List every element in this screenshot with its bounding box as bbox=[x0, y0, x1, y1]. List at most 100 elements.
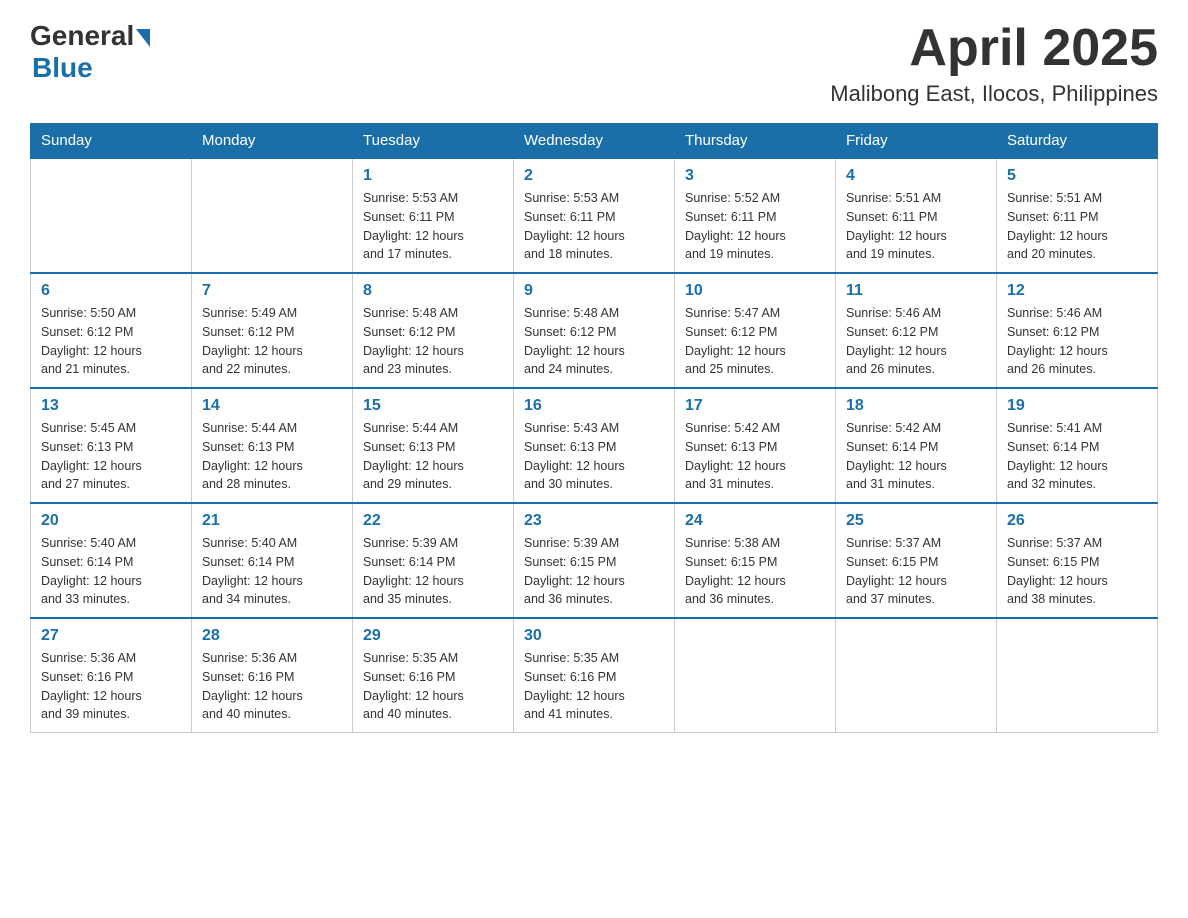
day-number: 6 bbox=[41, 282, 181, 300]
logo-triangle-icon bbox=[136, 29, 150, 47]
day-number: 29 bbox=[363, 627, 503, 645]
week-row-3: 13 Sunrise: 5:45 AMSunset: 6:13 PMDayligh… bbox=[31, 388, 1158, 503]
day-info: Sunrise: 5:41 AMSunset: 6:14 PMDaylight:… bbox=[1007, 419, 1147, 494]
calendar-cell: 9 Sunrise: 5:48 AMSunset: 6:12 PMDaylight… bbox=[514, 273, 675, 388]
calendar-header-wednesday: Wednesday bbox=[514, 124, 675, 159]
day-info: Sunrise: 5:52 AMSunset: 6:11 PMDaylight:… bbox=[685, 189, 825, 264]
day-number: 4 bbox=[846, 167, 986, 185]
day-number: 18 bbox=[846, 397, 986, 415]
calendar-cell: 11Sunrise: 5:46 AMSunset: 6:12 PMDayligh… bbox=[836, 273, 997, 388]
day-number: 2 bbox=[524, 167, 664, 185]
day-number: 1 bbox=[363, 167, 503, 185]
calendar-header-tuesday: Tuesday bbox=[353, 124, 514, 159]
title-section: April 2025 Malibong East, Ilocos, Philip… bbox=[830, 20, 1158, 107]
calendar-header-saturday: Saturday bbox=[997, 124, 1158, 159]
day-number: 16 bbox=[524, 397, 664, 415]
day-info: Sunrise: 5:36 AMSunset: 6:16 PMDaylight:… bbox=[202, 649, 342, 724]
calendar-cell: 7Sunrise: 5:49 AMSunset: 6:12 PMDaylight… bbox=[192, 273, 353, 388]
logo-general-text: General bbox=[30, 20, 134, 52]
week-row-4: 20 Sunrise: 5:40 AMSunset: 6:14 PMDayligh… bbox=[31, 503, 1158, 618]
logo: General Blue bbox=[30, 20, 150, 84]
logo-blue-text: Blue bbox=[32, 52, 93, 84]
calendar-cell: 8 Sunrise: 5:48 AMSunset: 6:12 PMDaylight… bbox=[353, 273, 514, 388]
day-number: 3 bbox=[685, 167, 825, 185]
day-number: 8 bbox=[363, 282, 503, 300]
day-info: Sunrise: 5:42 AMSunset: 6:13 PMDaylight:… bbox=[685, 419, 825, 494]
day-info: Sunrise: 5:35 AMSunset: 6:16 PMDaylight:… bbox=[363, 649, 503, 724]
calendar-cell: 2Sunrise: 5:53 AMSunset: 6:11 PMDaylight… bbox=[514, 158, 675, 273]
day-info: Sunrise: 5:42 AMSunset: 6:14 PMDaylight:… bbox=[846, 419, 986, 494]
day-number: 10 bbox=[685, 282, 825, 300]
calendar-header-monday: Monday bbox=[192, 124, 353, 159]
calendar-cell: 13 Sunrise: 5:45 AMSunset: 6:13 PMDayligh… bbox=[31, 388, 192, 503]
day-number: 12 bbox=[1007, 282, 1147, 300]
calendar-cell: 23 Sunrise: 5:39 AMSunset: 6:15 PMDayligh… bbox=[514, 503, 675, 618]
calendar-cell: 25 Sunrise: 5:37 AMSunset: 6:15 PMDayligh… bbox=[836, 503, 997, 618]
calendar-cell: 28 Sunrise: 5:36 AMSunset: 6:16 PMDayligh… bbox=[192, 618, 353, 733]
day-number: 13 bbox=[41, 397, 181, 415]
day-number: 30 bbox=[524, 627, 664, 645]
day-info: Sunrise: 5:49 AMSunset: 6:12 PMDaylight:… bbox=[202, 304, 342, 379]
day-number: 27 bbox=[41, 627, 181, 645]
calendar-header-thursday: Thursday bbox=[675, 124, 836, 159]
day-info: Sunrise: 5:37 AMSunset: 6:15 PMDaylight:… bbox=[846, 534, 986, 609]
day-info: Sunrise: 5:43 AMSunset: 6:13 PMDaylight:… bbox=[524, 419, 664, 494]
day-info: Sunrise: 5:45 AMSunset: 6:13 PMDaylight:… bbox=[41, 419, 181, 494]
calendar-cell: 22Sunrise: 5:39 AMSunset: 6:14 PMDayligh… bbox=[353, 503, 514, 618]
calendar-header-row: SundayMondayTuesdayWednesdayThursdayFrid… bbox=[31, 124, 1158, 159]
calendar-cell: 3 Sunrise: 5:52 AMSunset: 6:11 PMDaylight… bbox=[675, 158, 836, 273]
calendar-table: SundayMondayTuesdayWednesdayThursdayFrid… bbox=[30, 123, 1158, 733]
month-title: April 2025 bbox=[830, 20, 1158, 77]
calendar-cell: 29 Sunrise: 5:35 AMSunset: 6:16 PMDayligh… bbox=[353, 618, 514, 733]
day-info: Sunrise: 5:51 AMSunset: 6:11 PMDaylight:… bbox=[1007, 189, 1147, 264]
day-number: 24 bbox=[685, 512, 825, 530]
day-number: 22 bbox=[363, 512, 503, 530]
calendar-cell: 24Sunrise: 5:38 AMSunset: 6:15 PMDayligh… bbox=[675, 503, 836, 618]
calendar-cell: 26Sunrise: 5:37 AMSunset: 6:15 PMDayligh… bbox=[997, 503, 1158, 618]
day-info: Sunrise: 5:46 AMSunset: 6:12 PMDaylight:… bbox=[1007, 304, 1147, 379]
day-info: Sunrise: 5:50 AMSunset: 6:12 PMDaylight:… bbox=[41, 304, 181, 379]
day-number: 15 bbox=[363, 397, 503, 415]
day-info: Sunrise: 5:40 AMSunset: 6:14 PMDaylight:… bbox=[41, 534, 181, 609]
day-info: Sunrise: 5:44 AMSunset: 6:13 PMDaylight:… bbox=[202, 419, 342, 494]
calendar-cell: 18 Sunrise: 5:42 AMSunset: 6:14 PMDayligh… bbox=[836, 388, 997, 503]
day-info: Sunrise: 5:53 AMSunset: 6:11 PMDaylight:… bbox=[363, 189, 503, 264]
calendar-cell bbox=[836, 618, 997, 733]
day-info: Sunrise: 5:48 AMSunset: 6:12 PMDaylight:… bbox=[363, 304, 503, 379]
day-number: 14 bbox=[202, 397, 342, 415]
calendar-cell: 10 Sunrise: 5:47 AMSunset: 6:12 PMDayligh… bbox=[675, 273, 836, 388]
calendar-cell: 4 Sunrise: 5:51 AMSunset: 6:11 PMDaylight… bbox=[836, 158, 997, 273]
calendar-cell: 21 Sunrise: 5:40 AMSunset: 6:14 PMDayligh… bbox=[192, 503, 353, 618]
day-info: Sunrise: 5:39 AMSunset: 6:15 PMDaylight:… bbox=[524, 534, 664, 609]
calendar-cell: 27Sunrise: 5:36 AMSunset: 6:16 PMDayligh… bbox=[31, 618, 192, 733]
day-number: 23 bbox=[524, 512, 664, 530]
day-number: 9 bbox=[524, 282, 664, 300]
day-number: 28 bbox=[202, 627, 342, 645]
calendar-cell: 1 Sunrise: 5:53 AMSunset: 6:11 PMDaylight… bbox=[353, 158, 514, 273]
calendar-cell: 15Sunrise: 5:44 AMSunset: 6:13 PMDayligh… bbox=[353, 388, 514, 503]
day-info: Sunrise: 5:47 AMSunset: 6:12 PMDaylight:… bbox=[685, 304, 825, 379]
week-row-2: 6 Sunrise: 5:50 AMSunset: 6:12 PMDaylight… bbox=[31, 273, 1158, 388]
day-number: 5 bbox=[1007, 167, 1147, 185]
day-number: 21 bbox=[202, 512, 342, 530]
day-info: Sunrise: 5:37 AMSunset: 6:15 PMDaylight:… bbox=[1007, 534, 1147, 609]
calendar-cell bbox=[675, 618, 836, 733]
calendar-cell bbox=[31, 158, 192, 273]
day-number: 17 bbox=[685, 397, 825, 415]
calendar-header-friday: Friday bbox=[836, 124, 997, 159]
day-number: 25 bbox=[846, 512, 986, 530]
calendar-cell: 14 Sunrise: 5:44 AMSunset: 6:13 PMDayligh… bbox=[192, 388, 353, 503]
location-title: Malibong East, Ilocos, Philippines bbox=[830, 81, 1158, 107]
day-info: Sunrise: 5:51 AMSunset: 6:11 PMDaylight:… bbox=[846, 189, 986, 264]
week-row-1: 1 Sunrise: 5:53 AMSunset: 6:11 PMDaylight… bbox=[31, 158, 1158, 273]
day-number: 20 bbox=[41, 512, 181, 530]
week-row-5: 27 Sunrise: 5:36 AMSunset: 6:16 PMDayligh… bbox=[31, 618, 1158, 733]
calendar-cell bbox=[997, 618, 1158, 733]
calendar-header-sunday: Sunday bbox=[31, 124, 192, 159]
calendar-cell: 17 Sunrise: 5:42 AMSunset: 6:13 PMDayligh… bbox=[675, 388, 836, 503]
day-info: Sunrise: 5:40 AMSunset: 6:14 PMDaylight:… bbox=[202, 534, 342, 609]
day-info: Sunrise: 5:35 AMSunset: 6:16 PMDaylight:… bbox=[524, 649, 664, 724]
day-info: Sunrise: 5:48 AMSunset: 6:12 PMDaylight:… bbox=[524, 304, 664, 379]
calendar-cell bbox=[192, 158, 353, 273]
calendar-cell: 19Sunrise: 5:41 AMSunset: 6:14 PMDayligh… bbox=[997, 388, 1158, 503]
